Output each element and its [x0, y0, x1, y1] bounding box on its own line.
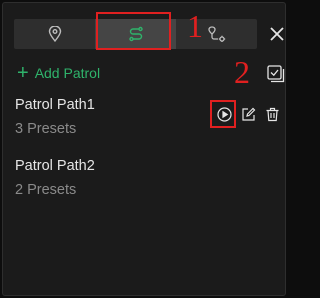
close-icon [269, 26, 285, 42]
patrol-route-icon [128, 26, 144, 42]
play-patrol-button[interactable] [216, 106, 232, 122]
route-settings-icon [207, 26, 226, 42]
patrol-name: Patrol Path2 [15, 158, 95, 174]
batch-select-button[interactable] [267, 65, 285, 83]
play-icon [216, 106, 232, 122]
patrol-panel: + Add Patrol Patrol Path1 3 Presets Patr… [2, 2, 286, 296]
plus-icon: + [17, 62, 29, 84]
patrol-preset-count: 3 Presets [15, 121, 77, 137]
add-patrol-label: Add Patrol [34, 65, 101, 81]
delete-patrol-button[interactable] [264, 106, 280, 122]
tab-patrol[interactable] [95, 19, 176, 49]
checkbox-stack-icon [267, 65, 285, 83]
patrol-item-actions [216, 106, 280, 122]
add-patrol-button[interactable]: + Add Patrol [17, 63, 100, 83]
trash-icon [265, 107, 280, 122]
callout-number-1: 1 [187, 8, 203, 44]
patrol-item[interactable]: Patrol Path2 2 Presets [15, 158, 285, 208]
edit-icon [241, 107, 256, 122]
tab-bar [14, 19, 257, 49]
edit-patrol-button[interactable] [240, 106, 256, 122]
patrol-item[interactable]: Patrol Path1 3 Presets [15, 97, 285, 147]
close-button[interactable] [269, 26, 285, 42]
patrol-name: Patrol Path1 [15, 97, 95, 113]
patrol-preset-count: 2 Presets [15, 182, 77, 198]
tab-location[interactable] [14, 19, 95, 49]
location-pin-icon [48, 26, 62, 42]
callout-number-2: 2 [234, 54, 250, 90]
